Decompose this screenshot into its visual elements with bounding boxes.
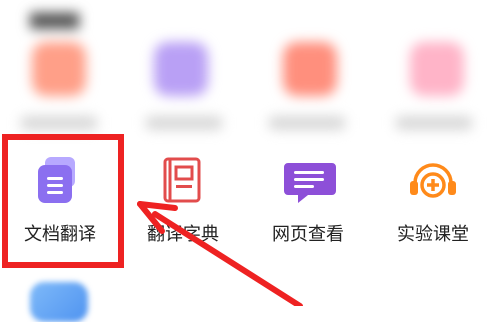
pointer-arrow-icon <box>137 201 303 306</box>
